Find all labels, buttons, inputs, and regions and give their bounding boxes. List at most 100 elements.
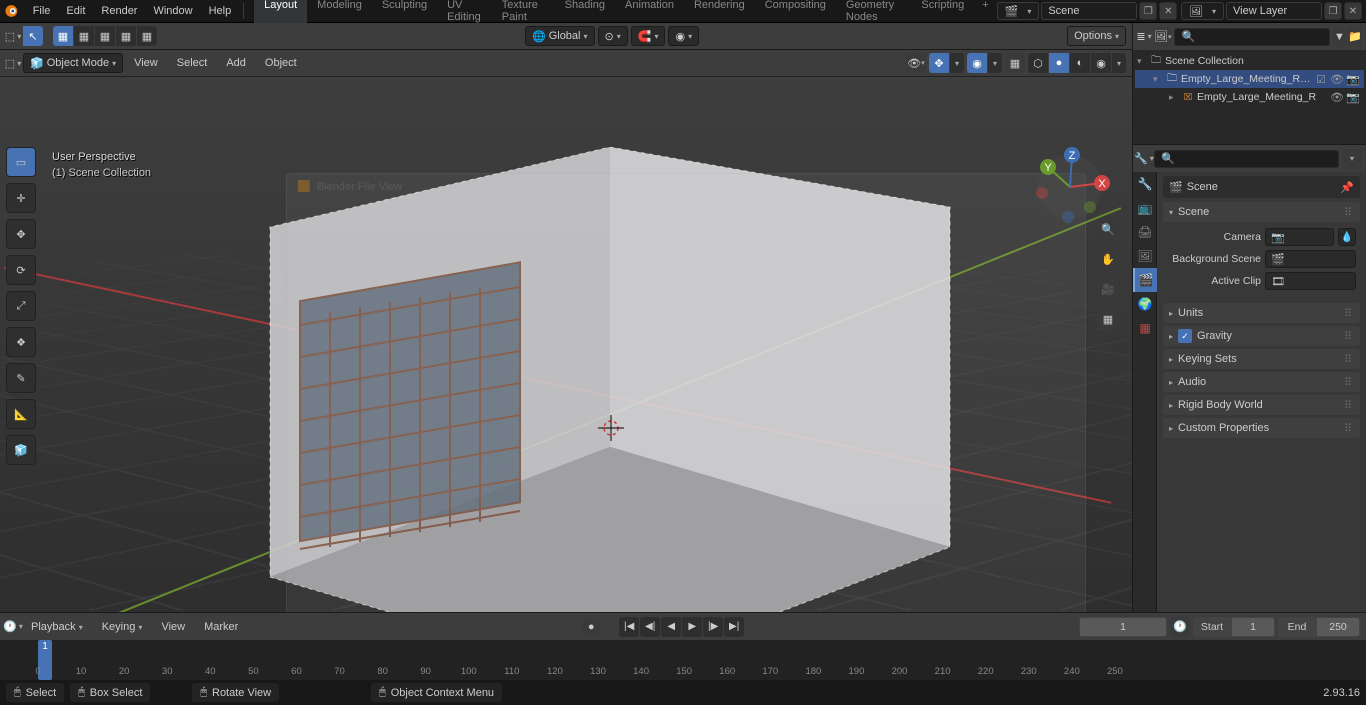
prop-tab-render[interactable]: 📺 bbox=[1133, 196, 1157, 220]
tool-annotate[interactable]: ✎ bbox=[6, 363, 36, 393]
shading-wireframe[interactable]: ⬡ bbox=[1028, 53, 1048, 73]
editor-type-dropdown[interactable]: ⬚▾ bbox=[6, 53, 20, 73]
viewlayer-new[interactable]: ❐ bbox=[1324, 2, 1342, 20]
menu-file[interactable]: File bbox=[25, 1, 59, 21]
panel-rigid-body[interactable]: ▸Rigid Body World⠿ bbox=[1163, 395, 1360, 415]
keyframe-prev[interactable]: ◀| bbox=[640, 617, 660, 637]
restrict-select-0[interactable]: ☑ bbox=[1314, 73, 1328, 86]
outliner-tree[interactable]: ▾ 🗀 Scene Collection ▾ 🗀 Empty_Large_Mee… bbox=[1133, 50, 1366, 144]
bgscene-field[interactable]: 🎬 bbox=[1265, 250, 1356, 268]
editor-type-3dview[interactable]: ⬚▾ bbox=[6, 26, 20, 46]
tool-options[interactable]: Options▾ bbox=[1067, 26, 1126, 46]
select-mode-subtract[interactable]: ▦ bbox=[95, 26, 115, 46]
tree-item-0[interactable]: Empty_Large_Meeting_Room bbox=[1181, 73, 1312, 85]
orientation-select[interactable]: 🌐Global▾ bbox=[525, 26, 595, 46]
panel-units[interactable]: ▸Units⠿ bbox=[1163, 303, 1360, 323]
timeline-view-menu[interactable]: View bbox=[153, 617, 193, 637]
tool-rotate[interactable]: ⟳ bbox=[6, 255, 36, 285]
xray-toggle[interactable]: ▦ bbox=[1005, 53, 1025, 73]
panel-scene-header[interactable]: ▾Scene⠿ bbox=[1163, 202, 1360, 222]
panel-gravity[interactable]: ▸✓Gravity⠿ bbox=[1163, 326, 1360, 346]
select-mode-set[interactable]: ▦ bbox=[53, 26, 73, 46]
use-preview-range[interactable]: 🕐 bbox=[1170, 617, 1190, 637]
shading-matprev[interactable]: ◐ bbox=[1070, 53, 1090, 73]
scene-name-input[interactable] bbox=[1041, 2, 1137, 20]
prop-tab-tool[interactable]: 🔧 bbox=[1133, 172, 1157, 196]
nav-persp-ortho[interactable]: ▦ bbox=[1096, 307, 1120, 331]
tool-add-primitive[interactable]: 🧊 bbox=[6, 435, 36, 465]
tree-toggle-root[interactable]: ▾ bbox=[1137, 56, 1147, 67]
nav-camera[interactable]: 🎥 bbox=[1096, 277, 1120, 301]
viewlayer-browse[interactable]: 🖼▾ bbox=[1181, 2, 1224, 20]
panel-custom-props[interactable]: ▸Custom Properties⠿ bbox=[1163, 418, 1360, 438]
timeline-marker-menu[interactable]: Marker bbox=[196, 617, 246, 637]
tree-toggle-0[interactable]: ▾ bbox=[1153, 74, 1163, 85]
restrict-render-0[interactable]: 📷 bbox=[1346, 73, 1360, 86]
prop-tab-world[interactable]: 🌍 bbox=[1133, 292, 1157, 316]
camera-eyedropper[interactable]: 💧 bbox=[1338, 228, 1356, 246]
outliner-search[interactable] bbox=[1174, 28, 1330, 46]
gravity-check[interactable]: ✓ bbox=[1178, 329, 1192, 343]
restrict-render-1[interactable]: 📷 bbox=[1346, 91, 1360, 104]
vp-menu-view[interactable]: View bbox=[126, 53, 166, 73]
panel-keying-sets[interactable]: ▸Keying Sets⠿ bbox=[1163, 349, 1360, 369]
overlay-options[interactable]: ▾ bbox=[988, 53, 1002, 73]
3d-viewport[interactable]: 🟧Blender File View User Perspective (1) … bbox=[0, 77, 1132, 612]
outliner-new-collection[interactable]: 📁 bbox=[1348, 27, 1362, 47]
menu-render[interactable]: Render bbox=[93, 1, 145, 21]
view-object-types[interactable]: 👁▾ bbox=[906, 53, 926, 73]
auto-keying[interactable]: ● bbox=[581, 617, 601, 637]
select-mode-invert[interactable]: ▦ bbox=[116, 26, 136, 46]
prop-tab-viewlayer[interactable]: 🖼 bbox=[1133, 244, 1157, 268]
play-reverse[interactable]: ◀ bbox=[661, 617, 681, 637]
show-overlays[interactable]: ◉ bbox=[967, 53, 987, 73]
gizmo-options[interactable]: ▾ bbox=[950, 53, 964, 73]
props-options[interactable]: ▾ bbox=[1342, 149, 1362, 169]
restrict-viewport-0[interactable]: 👁 bbox=[1330, 73, 1344, 86]
select-mode-extend[interactable]: ▦ bbox=[74, 26, 94, 46]
jump-start[interactable]: |◀ bbox=[619, 617, 639, 637]
restrict-viewport-1[interactable]: 👁 bbox=[1330, 91, 1344, 104]
mode-select[interactable]: 🧊Object Mode▾ bbox=[23, 53, 123, 73]
tree-item-1[interactable]: Empty_Large_Meeting_R bbox=[1197, 91, 1328, 103]
tool-transform[interactable]: ❖ bbox=[6, 327, 36, 357]
tree-root-label[interactable]: Scene Collection bbox=[1165, 55, 1364, 67]
select-tool-tweak[interactable]: ↖ bbox=[23, 26, 43, 46]
tool-measure[interactable]: 📐 bbox=[6, 399, 36, 429]
outliner-editor-type[interactable]: ≣▾ bbox=[1137, 27, 1151, 47]
vp-menu-object[interactable]: Object bbox=[257, 53, 305, 73]
keyframe-next[interactable]: |▶ bbox=[703, 617, 723, 637]
prop-tab-texture[interactable]: ▦ bbox=[1133, 316, 1157, 340]
scene-new[interactable]: ❐ bbox=[1139, 2, 1157, 20]
shading-options[interactable]: ▾ bbox=[1112, 53, 1126, 73]
nav-zoom[interactable]: 🔍 bbox=[1096, 217, 1120, 241]
proportional-edit[interactable]: ◉▾ bbox=[668, 26, 699, 46]
select-mode-intersect[interactable]: ▦ bbox=[137, 26, 157, 46]
scene-browse[interactable]: 🎬▾ bbox=[997, 2, 1040, 20]
shading-rendered[interactable]: ◉ bbox=[1091, 53, 1111, 73]
timeline-editor-type[interactable]: 🕐▾ bbox=[6, 617, 20, 637]
props-editor-type[interactable]: 🔧▾ bbox=[1137, 149, 1151, 169]
jump-end[interactable]: ▶| bbox=[724, 617, 744, 637]
tool-scale[interactable]: ⤢ bbox=[6, 291, 36, 321]
pivot-select[interactable]: ⊙▾ bbox=[598, 26, 628, 46]
camera-field[interactable]: 📷 bbox=[1265, 228, 1334, 246]
prop-tab-scene[interactable]: 🎬 bbox=[1133, 268, 1157, 292]
outliner-filter[interactable]: ▼ bbox=[1333, 27, 1345, 47]
timeline-keying-menu[interactable]: Keying ▾ bbox=[94, 617, 151, 637]
timeline-track[interactable]: 1 01020304050607080901001101201301401501… bbox=[0, 640, 1366, 680]
scene-delete[interactable]: ✕ bbox=[1159, 2, 1177, 20]
nav-pan[interactable]: ✋ bbox=[1096, 247, 1120, 271]
end-frame-field[interactable]: 250 bbox=[1316, 617, 1360, 637]
viewlayer-name-input[interactable] bbox=[1226, 2, 1322, 20]
pin-icon[interactable]: 📌 bbox=[1340, 181, 1354, 194]
timeline-playback-menu[interactable]: Playback ▾ bbox=[23, 617, 91, 637]
prop-tab-output[interactable]: 🖨 bbox=[1133, 220, 1157, 244]
vp-menu-add[interactable]: Add bbox=[218, 53, 254, 73]
current-frame-field[interactable]: 1 bbox=[1079, 617, 1167, 637]
vp-menu-select[interactable]: Select bbox=[169, 53, 216, 73]
tool-select-box[interactable]: ▭ bbox=[6, 147, 36, 177]
outliner-display-mode[interactable]: 🖼▾ bbox=[1154, 27, 1171, 47]
show-gizmo[interactable]: ✥ bbox=[929, 53, 949, 73]
menu-help[interactable]: Help bbox=[201, 1, 240, 21]
